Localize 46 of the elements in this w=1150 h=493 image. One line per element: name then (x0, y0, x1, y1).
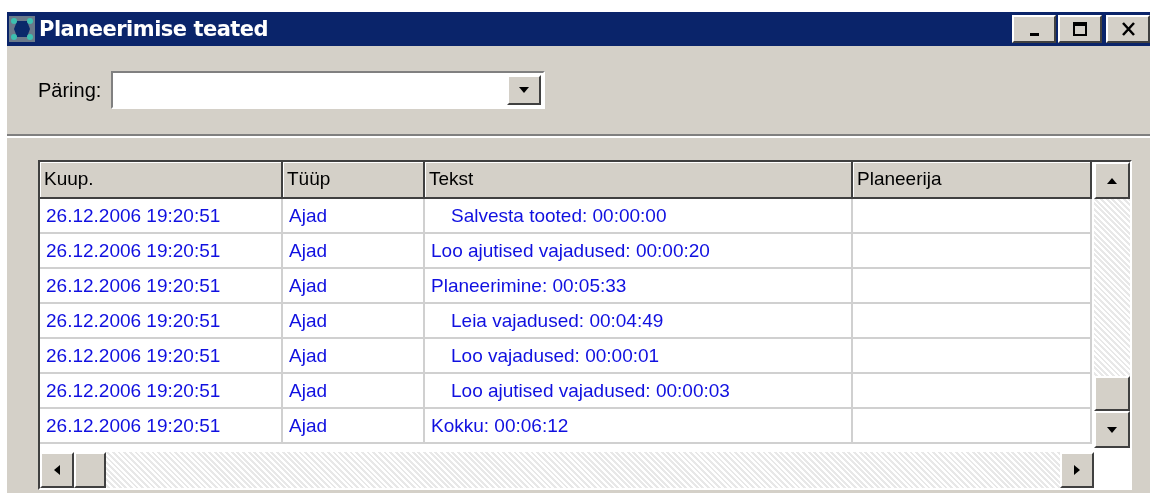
table-cell: Ajad (283, 199, 425, 234)
horizontal-scrollbar[interactable] (40, 452, 1094, 488)
query-dropdown[interactable] (111, 71, 546, 109)
close-icon (1120, 21, 1136, 37)
table-cell: 26.12.2006 19:20:51 (40, 199, 283, 234)
table-cell: Loo ajutised vajadused: 00:00:20 (425, 234, 853, 269)
scroll-thumb[interactable] (1094, 376, 1130, 411)
caret-down-icon (517, 85, 532, 95)
minimize-button[interactable] (1012, 15, 1056, 43)
scroll-thumb[interactable] (74, 452, 106, 488)
window-title: Planeerimise teated (39, 17, 269, 41)
table-cell: 26.12.2006 19:20:51 (40, 234, 283, 269)
column-header[interactable]: Kuup. (40, 162, 283, 199)
table-cell: Ajad (283, 234, 425, 269)
maximize-button[interactable] (1058, 15, 1102, 43)
scroll-right-button[interactable] (1060, 452, 1094, 488)
table-cell: 26.12.2006 19:20:51 (40, 269, 283, 304)
maximize-icon (1072, 21, 1088, 37)
scroll-up-button[interactable] (1094, 162, 1130, 199)
table-cell: 26.12.2006 19:20:51 (40, 374, 283, 409)
table-cell: Ajad (283, 374, 425, 409)
vertical-scrollbar[interactable] (1094, 162, 1130, 448)
table-cell: 26.12.2006 19:20:51 (40, 339, 283, 374)
caret-down-icon (1105, 424, 1119, 435)
table-cell: Ajad (283, 409, 425, 444)
table-cell: Leia vajadused: 00:04:49 (425, 304, 853, 339)
close-button[interactable] (1106, 15, 1150, 43)
table-cell: Loo ajutised vajadused: 00:00:03 (425, 374, 853, 409)
caret-left-icon (52, 463, 62, 477)
table-cell: Ajad (283, 339, 425, 374)
table-cell: Loo vajadused: 00:00:01 (425, 339, 853, 374)
table-cell: Ajad (283, 304, 425, 339)
column-header[interactable]: Tekst (425, 162, 853, 199)
table-cell: Kokku: 00:06:12 (425, 409, 853, 444)
table-cell: 26.12.2006 19:20:51 (40, 304, 283, 339)
table-cell: Planeerimine: 00:05:33 (425, 269, 853, 304)
table-cell: Ajad (283, 269, 425, 304)
minimize-icon (1029, 32, 1039, 36)
column-header[interactable]: Tüüp (283, 162, 425, 199)
caret-right-icon (1072, 463, 1082, 477)
scroll-down-button[interactable] (1094, 411, 1130, 448)
table-cell: Salvesta tooted: 00:00:00 (425, 199, 853, 234)
scroll-left-button[interactable] (40, 452, 74, 488)
query-label: Päring: (38, 78, 102, 102)
column-header[interactable]: Planeerija (853, 162, 1092, 199)
table-cell: 26.12.2006 19:20:51 (40, 409, 283, 444)
